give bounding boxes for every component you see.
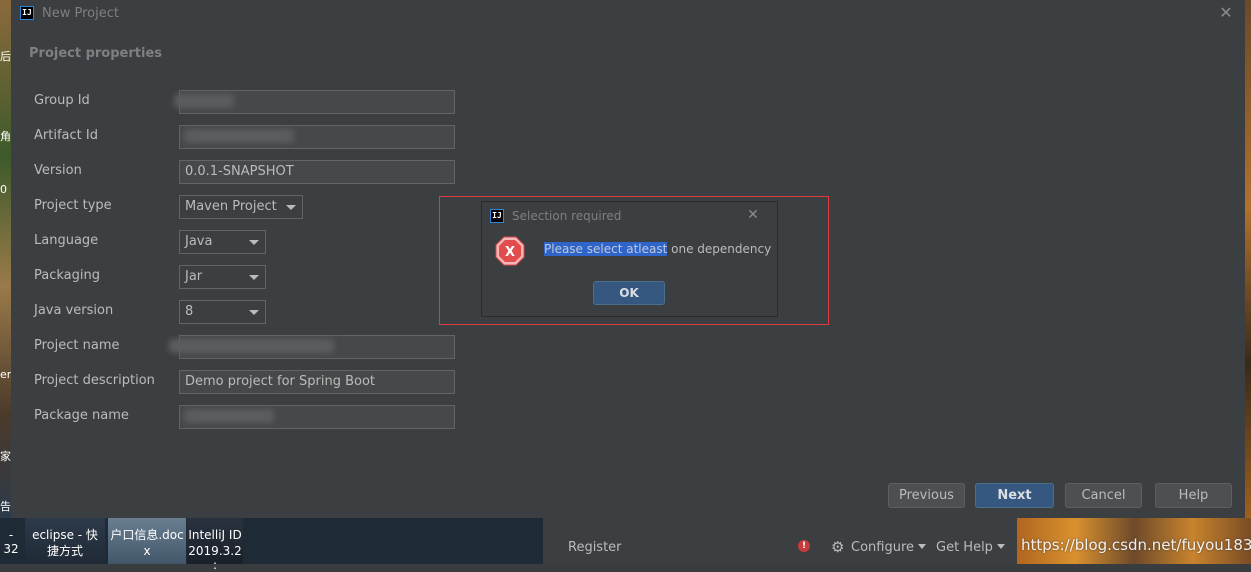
project-name-label: Project name — [34, 338, 120, 353]
desktop-glyph: 后 — [0, 50, 11, 63]
selection-required-dialog: IJ Selection required ✕ X Please select … — [481, 201, 778, 317]
chevron-down-icon — [918, 544, 927, 549]
configure-menu[interactable]: Configure — [851, 540, 927, 555]
packaging-label: Packaging — [34, 268, 100, 283]
gear-icon[interactable]: ⚙ — [831, 538, 844, 556]
desktop-glyph: er — [0, 368, 12, 381]
close-icon[interactable]: ✕ — [744, 206, 762, 224]
desktop-right-edge — [1245, 0, 1251, 520]
desktop-glyph: 家 — [0, 450, 11, 463]
packaging-value: Jar — [185, 269, 203, 284]
configure-label: Configure — [851, 540, 915, 555]
eclipse-shortcut[interactable]: eclipse - 快 捷方式 — [25, 518, 105, 564]
package-name-label: Package name — [34, 408, 129, 423]
title-bar: IJ New Project ✕ — [11, 0, 1245, 27]
project-type-select[interactable]: Maven Project — [179, 195, 303, 219]
language-value: Java — [185, 234, 213, 249]
version-label: Version — [34, 163, 82, 178]
ok-button[interactable]: OK — [593, 281, 665, 305]
error-icon[interactable]: ! — [798, 540, 810, 552]
redacted-blur — [174, 94, 234, 108]
section-title: Project properties — [29, 46, 162, 61]
cancel-button[interactable]: Cancel — [1065, 483, 1142, 508]
version-field[interactable]: 0.0.1-SNAPSHOT — [179, 160, 455, 184]
chevron-down-icon — [286, 205, 296, 210]
next-button[interactable]: Next — [975, 483, 1054, 508]
artifact-id-label: Artifact Id — [34, 128, 98, 143]
desktop-glyph: 告 — [0, 500, 11, 513]
desktop-glyph: 0 — [0, 183, 7, 196]
chevron-down-icon — [249, 275, 259, 280]
intellij-icon: IJ — [20, 6, 34, 20]
intellij-icon: IJ — [490, 209, 504, 223]
register-link[interactable]: Register — [568, 540, 622, 555]
taskbar-item[interactable]: - 32 — [0, 528, 22, 556]
dialog-title: Selection required — [512, 209, 622, 223]
java-version-value: 8 — [185, 304, 194, 319]
redacted-blur — [184, 409, 274, 423]
ij-label-line1: IntelliJ ID — [188, 528, 242, 542]
previous-button[interactable]: Previous — [888, 483, 965, 508]
doc-shortcut[interactable]: 户口信息.doc x — [108, 518, 186, 564]
java-version-select[interactable]: 8 — [179, 300, 266, 324]
project-type-label: Project type — [34, 198, 112, 213]
redacted-blur — [169, 339, 334, 353]
group-id-label: Group Id — [34, 93, 90, 108]
doc-label-line2: x — [143, 544, 151, 558]
eclipse-label-line1: eclipse - 快 — [32, 528, 98, 542]
message-rest: one dependency — [667, 242, 772, 256]
project-description-label: Project description — [34, 373, 155, 388]
chevron-down-icon — [249, 310, 259, 315]
help-button[interactable]: Help — [1155, 483, 1232, 508]
eclipse-label-line2: 捷方式 — [46, 544, 83, 558]
chevron-down-icon — [996, 544, 1005, 549]
selected-text: Please select atleast — [544, 242, 668, 256]
dialog-message: Please select atleast one dependency — [544, 242, 771, 256]
watermark: https://blog.csdn.net/fuyou1837 — [1021, 536, 1251, 554]
desktop-left-edge: 后 角 0 er 家 告 — [0, 0, 11, 520]
ij-label-line2: 2019.3.2 : — [188, 544, 242, 572]
intellij-shortcut[interactable]: IntelliJ ID 2019.3.2 : — [187, 518, 243, 572]
language-select[interactable]: Java — [179, 230, 266, 254]
taskbar: - 32 eclipse - 快 捷方式 户口信息.doc x IntelliJ… — [0, 518, 543, 572]
project-description-field[interactable]: Demo project for Spring Boot — [179, 370, 455, 394]
doc-label-line1: 户口信息.doc — [110, 528, 184, 542]
get-help-menu[interactable]: Get Help — [936, 540, 1005, 555]
close-icon[interactable]: ✕ — [1216, 3, 1236, 23]
window-title: New Project — [42, 6, 119, 21]
error-icon-glyph: X — [505, 245, 515, 260]
project-type-value: Maven Project — [185, 199, 277, 214]
java-version-label: Java version — [34, 303, 114, 318]
packaging-select[interactable]: Jar — [179, 265, 266, 289]
language-label: Language — [34, 233, 99, 248]
error-icon: X — [495, 236, 525, 266]
chevron-down-icon — [249, 240, 259, 245]
desktop-glyph: 角 — [0, 130, 11, 143]
redacted-blur — [184, 129, 294, 143]
get-help-label: Get Help — [936, 540, 993, 555]
welcome-bottom-bar: Register ! ⚙ Configure Get Help — [543, 518, 1017, 564]
